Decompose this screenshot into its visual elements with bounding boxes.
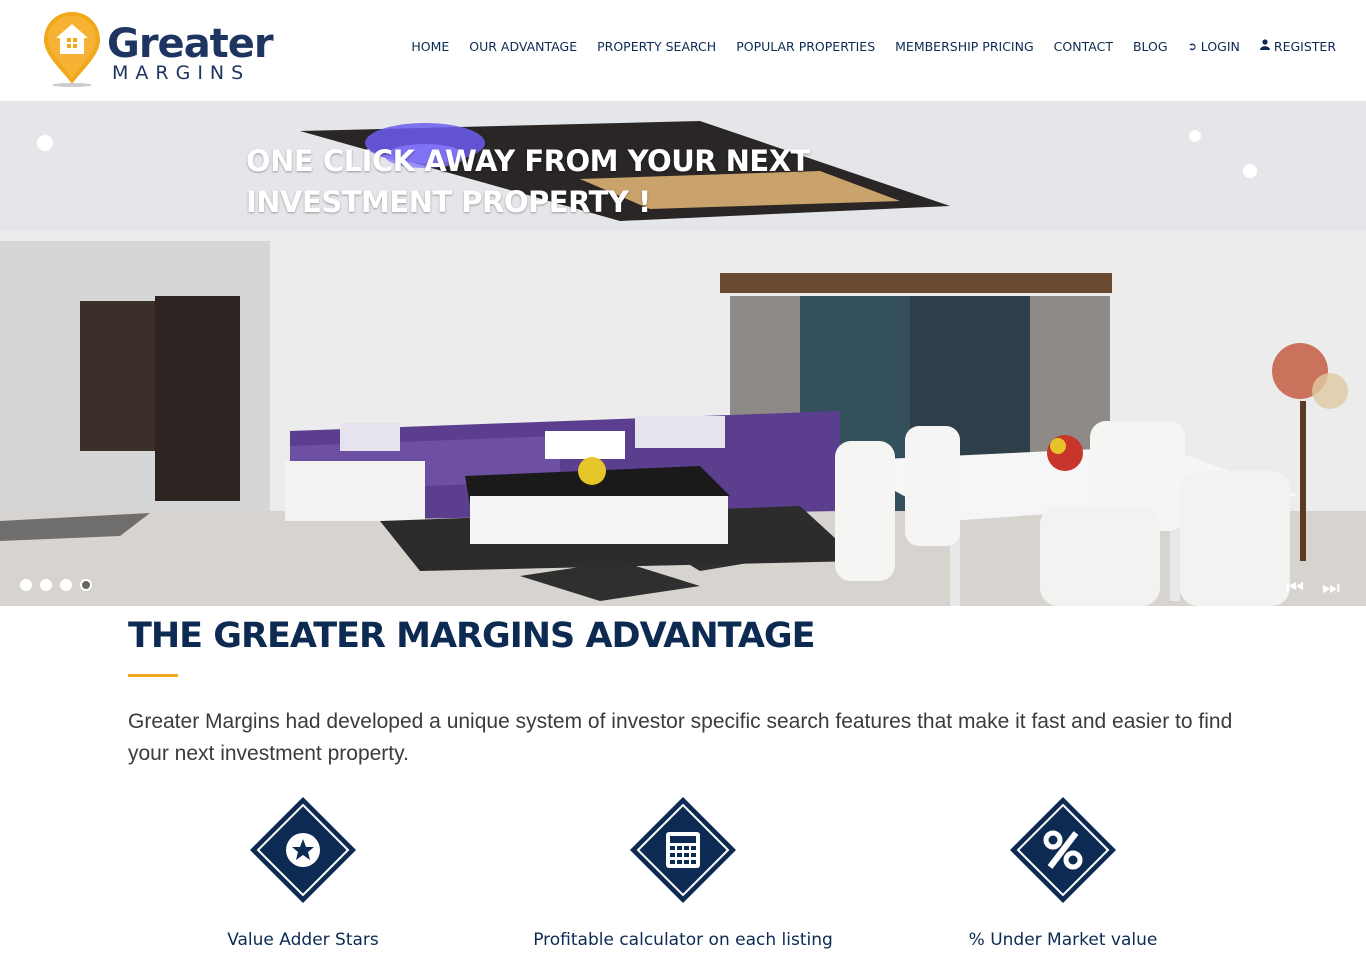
- nav-blog[interactable]: BLOG: [1133, 38, 1168, 56]
- nav-popular-properties-label: POPULAR PROPERTIES: [736, 39, 876, 54]
- nav-property-search[interactable]: PROPERTY SEARCH: [597, 38, 716, 56]
- hero-slider: ONE CLICK AWAY FROM YOUR NEXT INVESTMENT…: [0, 101, 1366, 606]
- house-pin-icon: [44, 12, 100, 87]
- advantage-title: THE GREATER MARGINS ADVANTAGE: [128, 616, 816, 656]
- slider-dot-4[interactable]: [80, 579, 92, 591]
- nav-membership-pricing[interactable]: MEMBERSHIP PRICING: [895, 38, 1034, 56]
- nav-our-advantage-label: OUR ADVANTAGE: [469, 39, 578, 54]
- feature-value-adder-stars: Value Adder Stars: [113, 795, 493, 951]
- nav-membership-pricing-label: MEMBERSHIP PRICING: [895, 39, 1034, 54]
- slider-arrows: ⏮ ⏭: [1286, 577, 1340, 599]
- star-icon: [250, 797, 356, 903]
- nav-register-label: REGISTER: [1273, 39, 1336, 54]
- previous-slide-icon[interactable]: ⏮: [1286, 577, 1304, 599]
- title-underline: [128, 674, 178, 677]
- feature-label: Value Adder Stars: [227, 930, 379, 950]
- hero-title: ONE CLICK AWAY FROM YOUR NEXT INVESTMENT…: [246, 144, 810, 219]
- advantage-intro: Greater Margins had developed a unique s…: [128, 710, 1233, 765]
- nav-home[interactable]: HOME: [411, 38, 449, 56]
- feature-label: Profitable calculator on each listing: [533, 930, 833, 950]
- nav-our-advantage[interactable]: OUR ADVANTAGE: [469, 38, 577, 56]
- feature-label: % Under Market value: [968, 930, 1158, 950]
- nav-login-label: LOGIN: [1200, 39, 1240, 54]
- next-slide-icon[interactable]: ⏭: [1322, 577, 1340, 599]
- features-row: Value Adder Stars Profitable calculator …: [0, 795, 1366, 966]
- sign-in-icon: ➲: [1187, 40, 1197, 53]
- slider-dot-2[interactable]: [40, 579, 52, 591]
- logo-wordmark: Greater: [107, 21, 274, 67]
- nav-blog-label: BLOG: [1132, 39, 1168, 54]
- percent-icon: [1010, 797, 1116, 903]
- nav-contact-label: CONTACT: [1053, 39, 1113, 54]
- slider-dot-1[interactable]: [20, 579, 32, 591]
- slider-dots: [20, 579, 92, 591]
- logo-tagline: MARGINS: [112, 62, 251, 84]
- slider-dot-3[interactable]: [60, 579, 72, 591]
- nav-home-label: HOME: [411, 39, 450, 54]
- feature-profitable-calculator: Profitable calculator on each listing: [493, 795, 873, 951]
- nav-register[interactable]: REGISTER: [1259, 38, 1336, 56]
- user-icon: [1259, 38, 1270, 56]
- feature-under-market-value: % Under Market value: [873, 795, 1253, 951]
- nav-property-search-label: PROPERTY SEARCH: [597, 39, 717, 54]
- feature-diamond: [248, 795, 358, 905]
- feature-diamond: [1008, 795, 1118, 905]
- nav-contact[interactable]: CONTACT: [1054, 38, 1113, 56]
- main-nav: HOME OUR ADVANTAGE PROPERTY SEARCH POPUL…: [411, 38, 1336, 56]
- nav-popular-properties[interactable]: POPULAR PROPERTIES: [736, 38, 875, 56]
- nav-login[interactable]: ➲ LOGIN: [1188, 38, 1240, 56]
- greater-margins-logo[interactable]: Greater MARGINS: [42, 10, 292, 90]
- feature-diamond: [628, 795, 738, 905]
- calculator-icon: [630, 797, 736, 903]
- site-header: Greater MARGINS HOME OUR ADVANTAGE PROPE…: [0, 0, 1366, 101]
